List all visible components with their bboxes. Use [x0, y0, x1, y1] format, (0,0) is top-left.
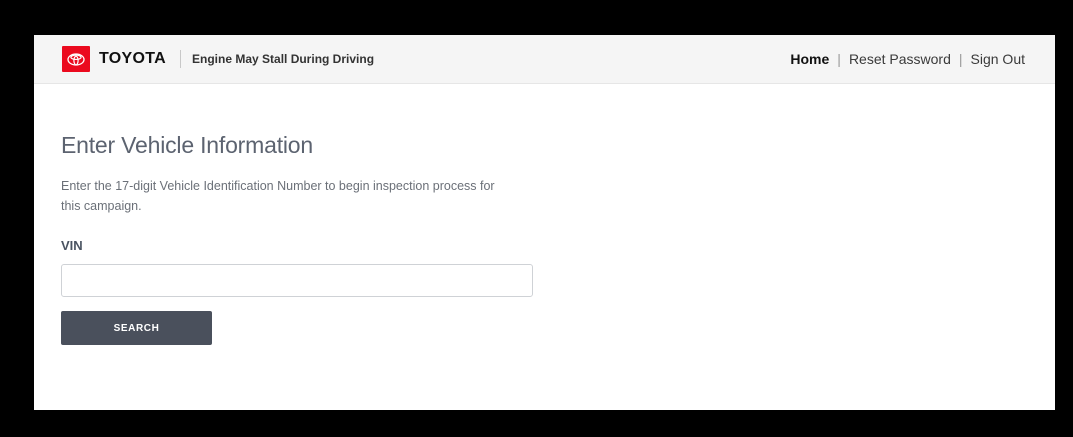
main-content: Enter Vehicle Information Enter the 17-d… [34, 132, 1055, 345]
top-navbar: TOYOTA Engine May Stall During Driving H… [34, 35, 1055, 84]
vin-label: VIN [61, 238, 83, 253]
brand-divider [180, 50, 181, 68]
campaign-title: Engine May Stall During Driving [192, 52, 375, 66]
nav-separator: | [837, 51, 841, 67]
toyota-emblem-icon [67, 52, 85, 66]
search-button[interactable]: SEARCH [61, 311, 212, 345]
nav-reset-password-link[interactable]: Reset Password [849, 51, 951, 67]
vin-input[interactable] [61, 264, 533, 297]
page-description: Enter the 17-digit Vehicle Identificatio… [61, 179, 495, 213]
toyota-logo-icon[interactable] [62, 46, 90, 72]
nav-sign-out-link[interactable]: Sign Out [971, 51, 1025, 67]
app-window: TOYOTA Engine May Stall During Driving H… [34, 35, 1055, 410]
user-nav: Home | Reset Password | Sign Out [790, 51, 1025, 67]
nav-home-link[interactable]: Home [790, 51, 829, 67]
brand-wordmark: TOYOTA [99, 50, 166, 67]
brand: TOYOTA Engine May Stall During Driving [62, 46, 374, 72]
nav-separator: | [958, 51, 963, 67]
page-title: Enter Vehicle Information [61, 132, 313, 158]
